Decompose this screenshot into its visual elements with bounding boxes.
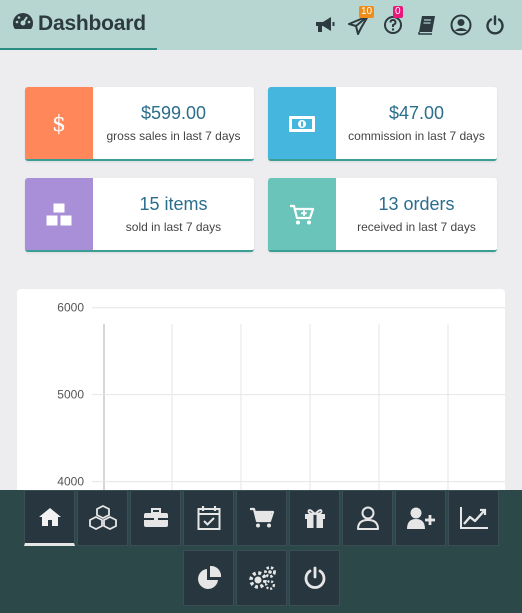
money-bill-icon: [289, 116, 315, 132]
cubes-icon: [88, 505, 117, 531]
dashboard-gauge-icon: [12, 11, 34, 36]
nav-cart-button[interactable]: [236, 490, 287, 546]
gift-icon: [304, 509, 325, 528]
nav-gift-button[interactable]: [289, 490, 340, 546]
nav-calendar-button[interactable]: [183, 490, 234, 546]
nav-settings-button[interactable]: [236, 550, 287, 606]
user-plus-icon: [406, 507, 435, 529]
orders-card: 13 orders received in last 7 days: [268, 178, 497, 252]
briefcase-icon: [143, 508, 168, 527]
user-icon: [356, 506, 379, 530]
sales-chart: 6000 5000 4000: [57, 301, 505, 499]
announcements-button[interactable]: [308, 12, 342, 38]
y-tick-label: 6000: [57, 301, 84, 315]
stat-icon-box: [25, 178, 93, 250]
gears-icon: [248, 566, 276, 591]
commission-value: $47.00: [388, 103, 445, 123]
items-sold-value: 15 items: [139, 194, 208, 214]
bottom-nav: [0, 490, 522, 613]
top-bar: Dashboard 10 0: [0, 0, 522, 50]
nav-user-button[interactable]: [342, 490, 393, 546]
stat-icon-box: [268, 178, 336, 250]
logout-button[interactable]: [478, 12, 512, 38]
items-sold-card: 15 items sold in last 7 days: [25, 178, 254, 252]
help-badge: 0: [393, 6, 403, 18]
commission-card: $47.00 commission in last 7 days: [268, 87, 497, 161]
notifications-button[interactable]: 10: [342, 6, 376, 38]
orders-label: received in last 7 days: [357, 220, 476, 234]
calendar-check-icon: [197, 506, 220, 530]
nav-reports-button[interactable]: [448, 490, 499, 546]
home-icon: [38, 508, 61, 526]
nav-logout-button[interactable]: [289, 550, 340, 606]
cubes-icon: [45, 202, 73, 227]
sales-chart-panel: 6000 5000 4000: [17, 289, 505, 499]
nav-home-button[interactable]: [24, 490, 75, 546]
user-circle-icon: [450, 14, 472, 36]
gross-sales-card: $ $599.00 gross sales in last 7 days: [25, 87, 254, 161]
profile-button[interactable]: [444, 12, 478, 38]
megaphone-icon: [316, 17, 335, 32]
pie-chart-icon: [197, 565, 221, 589]
book-icon: [418, 16, 435, 35]
nav-add-user-button[interactable]: [395, 490, 446, 546]
cart-plus-icon: [290, 204, 315, 225]
line-chart-icon: [459, 507, 488, 529]
y-tick-label: 4000: [57, 475, 84, 489]
cart-icon: [249, 507, 274, 528]
commission-label: commission in last 7 days: [348, 129, 485, 143]
page-title-group: Dashboard: [12, 11, 146, 36]
stat-icon-box: $: [25, 87, 93, 159]
nav-briefcase-button[interactable]: [130, 490, 181, 546]
dollar-icon: $: [52, 111, 66, 137]
gross-sales-value: $599.00: [140, 103, 207, 123]
power-icon: [486, 15, 504, 35]
help-button[interactable]: 0: [376, 6, 410, 38]
title-underline: [0, 48, 157, 50]
page-title: Dashboard: [38, 11, 146, 35]
gross-sales-label: gross sales in last 7 days: [106, 129, 241, 143]
orders-value: 13 orders: [378, 194, 455, 214]
stat-icon-box: [268, 87, 336, 159]
help-icon: [384, 16, 402, 34]
items-sold-label: sold in last 7 days: [125, 220, 222, 234]
power-icon: [304, 566, 325, 589]
y-tick-label: 5000: [57, 388, 84, 402]
nav-products-button[interactable]: [77, 490, 128, 546]
notifications-badge: 10: [359, 6, 375, 18]
header-actions: 10 0: [308, 6, 512, 38]
nav-pie-chart-button[interactable]: [183, 550, 234, 606]
docs-button[interactable]: [410, 12, 444, 38]
paper-plane-icon: [348, 15, 369, 35]
